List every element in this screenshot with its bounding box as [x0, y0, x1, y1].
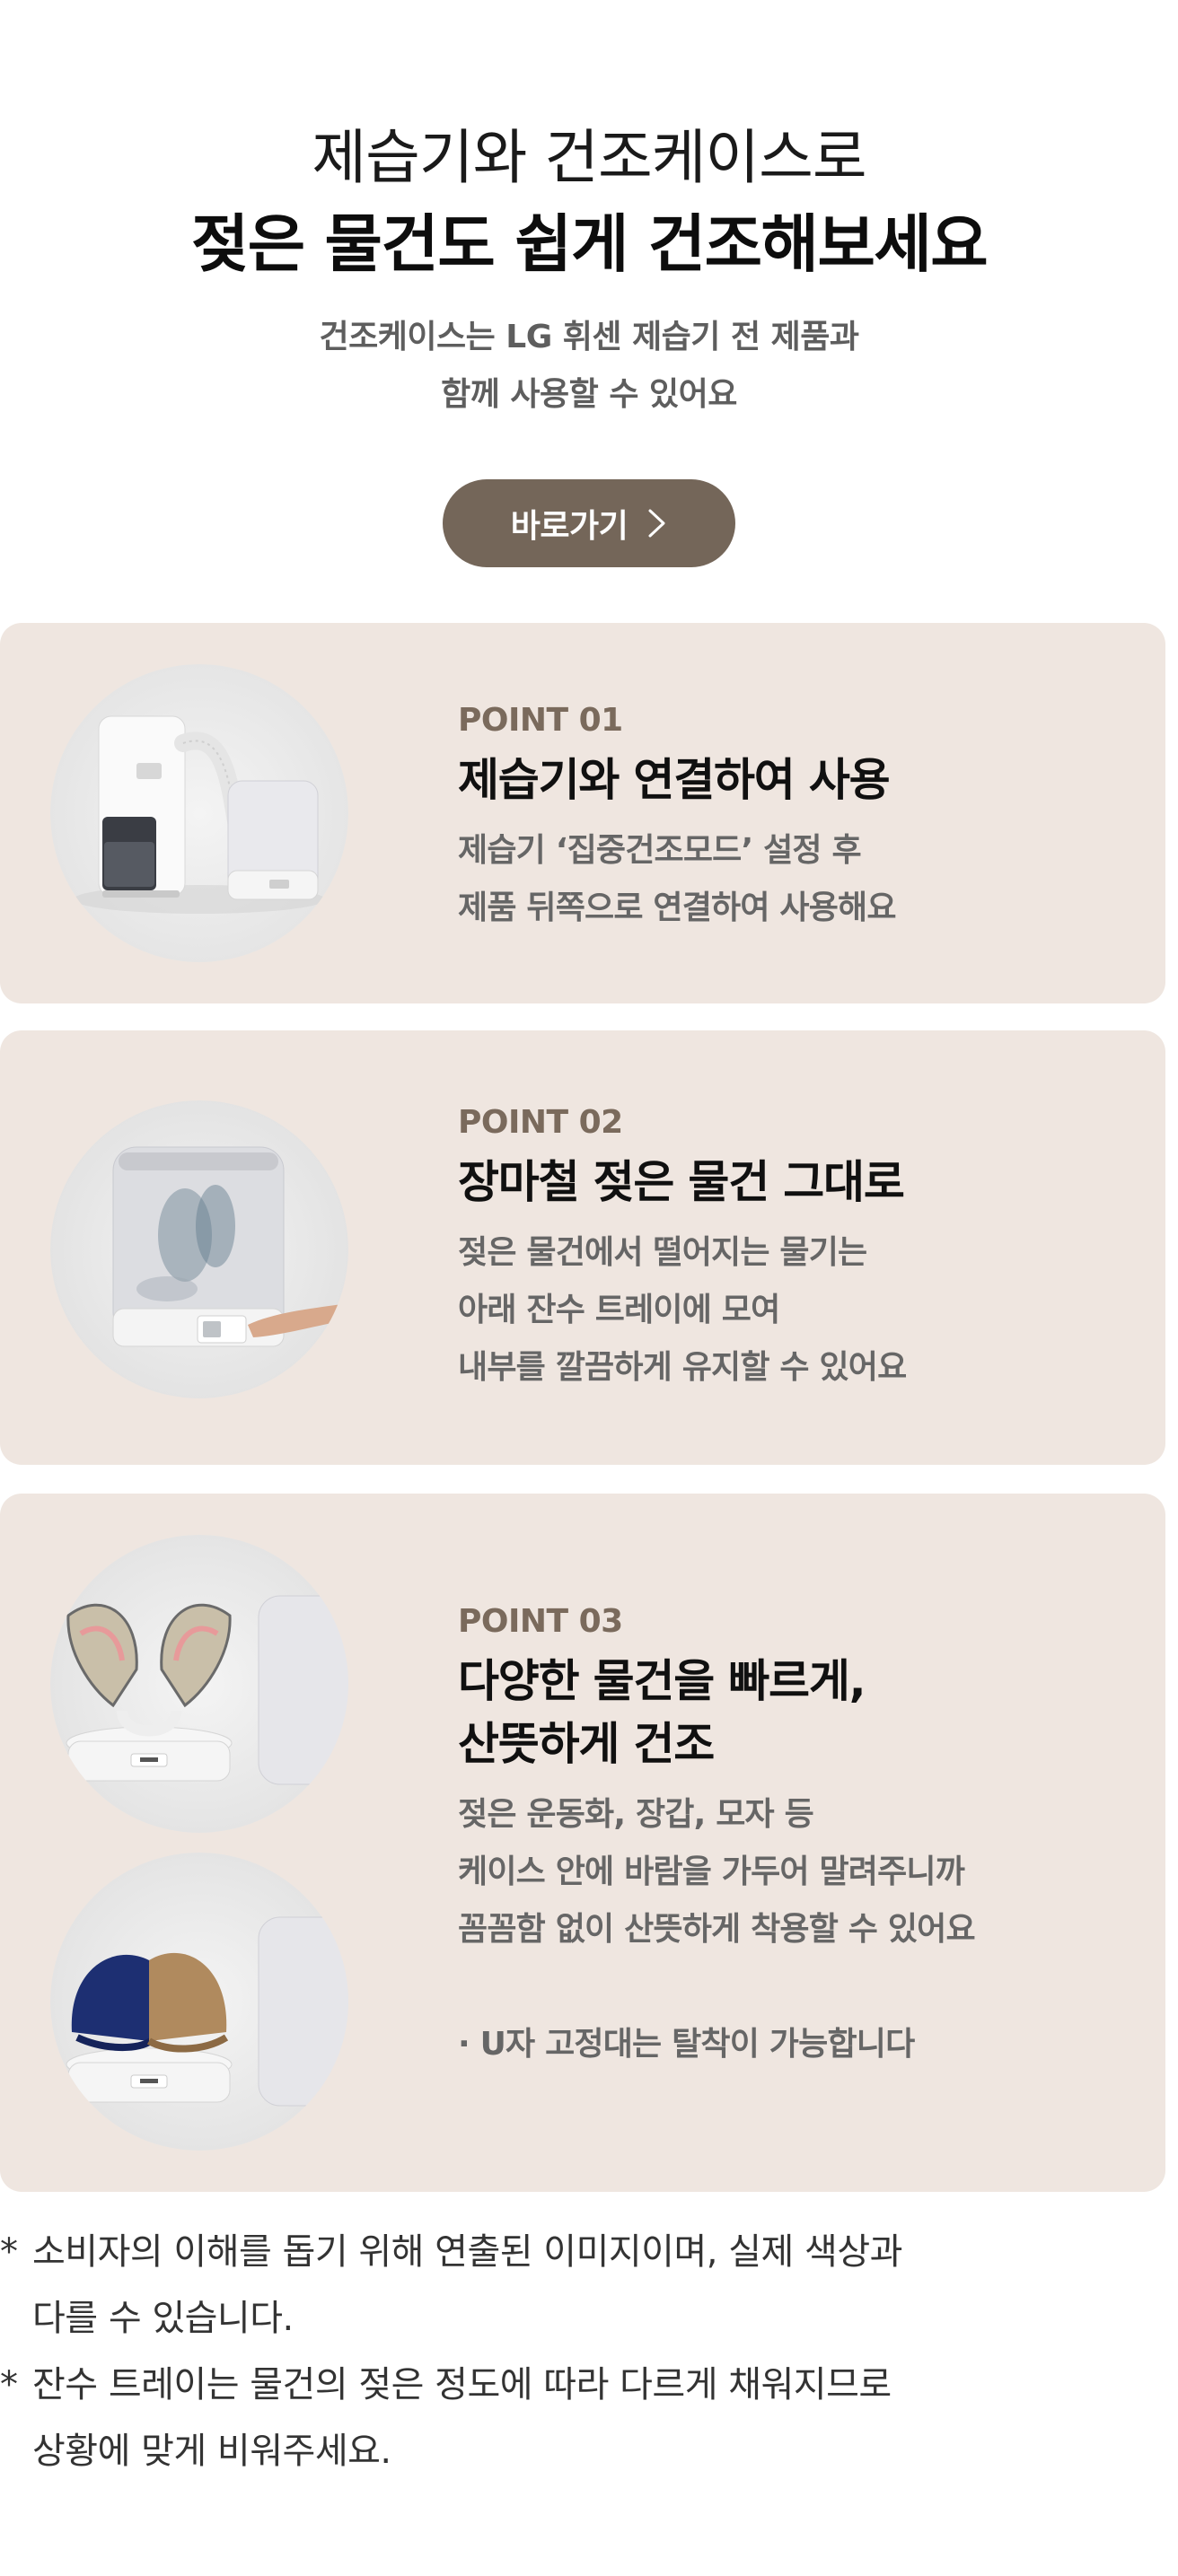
hero-title-line1: 제습기와 건조케이스로 — [312, 123, 866, 192]
point-3-title-line: 산뜻하게 건조 — [458, 1718, 715, 1770]
footnote-2-line2: 상황에 맞게 비워주세요. — [32, 2431, 391, 2472]
hero-subtitle-line1: 건조케이스는 LG 휘센 제습기 전 제품과 — [319, 319, 859, 355]
point-1-label: POINT 01 — [458, 702, 623, 739]
point-2-title-line: 장마철 젖은 물건 그대로 — [458, 1156, 905, 1208]
point-card-2: POINT 02 장마철 젖은 물건 그대로 젖은 물건에서 떨어지는 물기는 … — [0, 1030, 1165, 1465]
point-2-desc-line: 젖은 물건에서 떨어지는 물기는 — [458, 1234, 867, 1271]
point-1-text: POINT 01 제습기와 연결하여 사용 제습기 ‘집중건조모드’ 설정 후 … — [458, 700, 1140, 937]
dehumidifier-connected-image — [50, 664, 348, 962]
footnote-2-line1: 잔수 트레이는 물건의 젖은 정도에 따라 다르게 채워지므로 — [32, 2364, 892, 2405]
footnote-asterisk: * — [0, 2231, 18, 2273]
point-3-title-line: 다양한 물건을 빠르게, — [458, 1655, 866, 1707]
point-1-desc-line: 제습기 ‘집중건조모드’ 설정 후 — [458, 832, 862, 869]
footnotes: * 소비자의 이해를 돕기 위해 연출된 이미지이며, 실제 색상과 다를 수 … — [0, 2219, 1167, 2484]
point-1-description: 제습기 ‘집중건조모드’ 설정 후 제품 뒤쪽으로 연결하여 사용해요 — [458, 822, 1140, 937]
point-2-title: 장마철 젖은 물건 그대로 — [458, 1151, 1140, 1214]
point-card-1: POINT 01 제습기와 연결하여 사용 제습기 ‘집중건조모드’ 설정 후 … — [0, 623, 1165, 1003]
point-3-desc-line: 케이스 안에 바람을 가두어 말려주니까 — [458, 1853, 965, 1890]
hero-title-line2: 젖은 물건도 쉽게 건조해보세요 — [190, 207, 989, 281]
chevron-right-icon — [648, 509, 665, 538]
caps-drying-image — [50, 1853, 348, 2151]
point-3-text: POINT 03 다양한 물건을 빠르게, 산뜻하게 건조 젖은 운동화, 장갑… — [458, 1601, 1140, 2073]
point-2-desc-line: 아래 잔수 트레이에 모여 — [458, 1292, 780, 1328]
point-1-title-line: 제습기와 연결하여 사용 — [458, 754, 891, 806]
point-3-title: 다양한 물건을 빠르게, 산뜻하게 건조 — [458, 1650, 1140, 1775]
footnote-asterisk: * — [0, 2364, 18, 2405]
shortcut-button-label: 바로가기 — [510, 508, 629, 545]
point-3-desc-line: 꼼꼼함 없이 산뜻하게 착용할 수 있어요 — [458, 1911, 976, 1948]
footnote-1: * 소비자의 이해를 돕기 위해 연출된 이미지이며, 실제 색상과 다를 수 … — [0, 2219, 1167, 2352]
point-3-description: 젖은 운동화, 장갑, 모자 등 케이스 안에 바람을 가두어 말려주니까 꼼꼼… — [458, 1786, 1140, 2073]
footnote-1-line1: 소비자의 이해를 돕기 위해 연출된 이미지이며, 실제 색상과 — [32, 2231, 902, 2273]
point-3-desc-line: 젖은 운동화, 장갑, 모자 등 — [458, 1796, 814, 1833]
footnote-1-line2: 다를 수 있습니다. — [32, 2298, 294, 2339]
u-holder-note: · U자 고정대는 탈착이 가능합니다 — [458, 2026, 915, 2063]
point-2-description: 젖은 물건에서 떨어지는 물기는 아래 잔수 트레이에 모여 내부를 깔끔하게 … — [458, 1224, 1140, 1397]
hero-subtitle: 건조케이스는 LG 휘센 제습기 전 제품과 함께 사용할 수 있어요 — [0, 309, 1178, 424]
hero-section: 제습기와 건조케이스로 젖은 물건도 쉽게 건조해보세요 건조케이스는 LG 휘… — [0, 0, 1178, 567]
hero-subtitle-line2: 함께 사용할 수 있어요 — [441, 376, 737, 413]
point-3-label: POINT 03 — [458, 1603, 623, 1640]
point-card-3: POINT 03 다양한 물건을 빠르게, 산뜻하게 건조 젖은 운동화, 장갑… — [0, 1494, 1165, 2192]
shoes-drying-image — [50, 1535, 348, 1833]
water-tray-image — [50, 1100, 348, 1398]
point-1-title: 제습기와 연결하여 사용 — [458, 749, 1140, 811]
point-2-desc-line: 내부를 깔끔하게 유지할 수 있어요 — [458, 1349, 907, 1386]
point-2-label: POINT 02 — [458, 1104, 623, 1141]
point-1-desc-line: 제품 뒤쪽으로 연결하여 사용해요 — [458, 889, 896, 926]
shortcut-button[interactable]: 바로가기 — [443, 479, 735, 567]
footnote-2: * 잔수 트레이는 물건의 젖은 정도에 따라 다르게 채워지므로 상황에 맞게… — [0, 2352, 1167, 2484]
point-2-text: POINT 02 장마철 젖은 물건 그대로 젖은 물건에서 떨어지는 물기는 … — [458, 1102, 1140, 1397]
